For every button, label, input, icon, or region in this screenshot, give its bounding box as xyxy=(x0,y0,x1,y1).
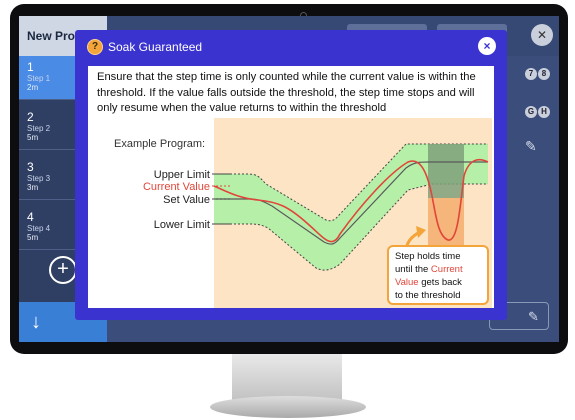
dialog-title: Soak Guaranteed xyxy=(108,40,203,54)
badge[interactable]: H xyxy=(538,106,550,118)
question-icon: ? xyxy=(87,39,103,55)
out-of-threshold-zone xyxy=(428,144,464,198)
close-icon: ✕ xyxy=(536,28,548,42)
callout-line1: Step holds time xyxy=(395,251,460,262)
screen: New Program 1 Step 1 2m 2 Step 2 5m 3 St… xyxy=(19,16,559,342)
upper-limit-label: Upper Limit xyxy=(154,169,210,181)
dialog-body: Ensure that the step time is only counte… xyxy=(88,66,494,308)
callout-line3-highlight: Value xyxy=(395,277,419,288)
example-illustration: Upper Limit Current Value Set Value Lowe… xyxy=(143,118,492,308)
app-close-button[interactable]: ✕ xyxy=(531,24,553,46)
side-badges-row2: GH xyxy=(524,106,550,118)
callout-line4: to the threshold xyxy=(395,290,461,301)
set-value-label: Set Value xyxy=(163,194,210,206)
dialog-header: ? Soak Guaranteed × xyxy=(75,30,507,64)
callout-line2-pre: until the xyxy=(395,264,431,275)
arrow-down-icon: ↓ xyxy=(31,311,41,333)
side-badges-row1: 78 xyxy=(524,68,550,80)
callout-line3-post: gets back xyxy=(419,277,463,288)
callout-line2-highlight: Current xyxy=(431,264,463,275)
add-step-button[interactable]: + xyxy=(49,256,77,284)
badge[interactable]: 8 xyxy=(538,68,550,80)
current-value-label: Current Value xyxy=(143,181,210,193)
monitor-stand-base xyxy=(210,396,366,418)
soak-guaranteed-dialog: ? Soak Guaranteed × Ensure that the step… xyxy=(75,30,507,320)
pencil-icon[interactable]: ✎ xyxy=(528,303,539,331)
lower-limit-label: Lower Limit xyxy=(154,219,210,231)
pencil-icon[interactable]: ✎ xyxy=(525,138,537,155)
badge[interactable]: 7 xyxy=(525,68,537,80)
close-icon: × xyxy=(483,39,491,53)
dialog-close-button[interactable]: × xyxy=(478,37,496,55)
plus-circle-icon: + xyxy=(57,258,69,280)
badge[interactable]: G xyxy=(525,106,537,118)
